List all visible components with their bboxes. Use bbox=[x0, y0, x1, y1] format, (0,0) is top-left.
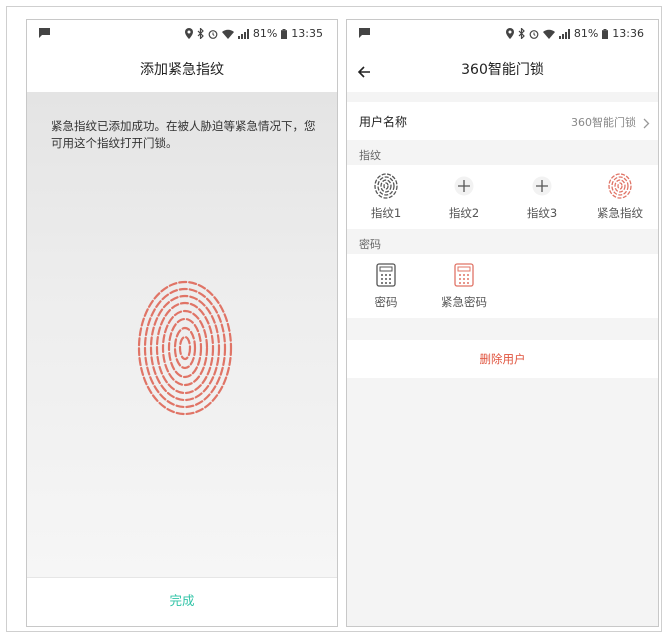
battery-percent: 81% bbox=[252, 27, 278, 40]
message-notification-icon bbox=[39, 28, 50, 41]
battery-percent: 81% bbox=[573, 27, 599, 40]
fingerprint-section-label: 指纹 bbox=[359, 149, 381, 162]
bluetooth-icon bbox=[518, 28, 525, 39]
username-row[interactable]: 用户名称 360智能门锁 bbox=[347, 102, 658, 140]
alarm-icon bbox=[529, 29, 539, 39]
password-slot-label: 紧急密码 bbox=[441, 295, 487, 309]
fingerprint-red-icon bbox=[581, 171, 658, 201]
fingerprint-grid: 指纹1 指纹2 指纹3 紧急指纹 bbox=[347, 165, 658, 229]
fingerprint-slot-label: 指纹1 bbox=[370, 206, 402, 220]
phone-screen-user-detail: 81% 13:36 360智能门锁 用户名称 360智能门锁 指纹 指纹1 指纹… bbox=[346, 19, 659, 627]
bluetooth-icon bbox=[197, 28, 204, 39]
fingerprint-slot-label: 紧急指纹 bbox=[597, 206, 643, 220]
battery-icon bbox=[602, 28, 609, 39]
battery-icon bbox=[281, 28, 288, 39]
signal-icon bbox=[558, 28, 570, 39]
username-value: 360智能门锁 bbox=[571, 116, 636, 129]
fingerprint-slot-label: 指纹2 bbox=[448, 206, 480, 220]
fingerprint-slot-label: 指纹3 bbox=[526, 206, 558, 220]
message-notification-icon bbox=[359, 28, 370, 41]
screenshot-frame: 81% 13:35 添加紧急指纹 紧急指纹已添加成功。在被人胁迫等紧急情况下，您… bbox=[6, 6, 662, 632]
page-title: 添加紧急指纹 bbox=[140, 62, 224, 78]
done-button[interactable]: 完成 bbox=[27, 577, 337, 626]
fingerprint-slot-3[interactable]: 指纹3 bbox=[503, 171, 581, 221]
signal-icon bbox=[237, 28, 249, 39]
wifi-icon bbox=[221, 29, 234, 39]
location-icon bbox=[505, 28, 514, 39]
password-slot-label: 密码 bbox=[374, 295, 398, 309]
keypad-icon bbox=[347, 260, 425, 290]
status-bar: 81% 13:36 bbox=[347, 20, 658, 48]
fingerprint-slot-2[interactable]: 指纹2 bbox=[425, 171, 503, 221]
page-title: 360智能门锁 bbox=[461, 62, 544, 78]
alarm-icon bbox=[208, 29, 218, 39]
fingerprint-icon bbox=[347, 171, 425, 201]
status-bar: 81% 13:35 bbox=[27, 20, 337, 48]
password-section-label: 密码 bbox=[359, 238, 381, 251]
fingerprint-illustration-icon bbox=[135, 278, 235, 422]
plus-icon bbox=[503, 171, 581, 201]
keypad-red-icon bbox=[425, 260, 503, 290]
plus-icon bbox=[425, 171, 503, 201]
password-grid: 密码 紧急密码 bbox=[347, 254, 658, 318]
phone-screen-add-emergency-fingerprint: 81% 13:35 添加紧急指纹 紧急指纹已添加成功。在被人胁迫等紧急情况下，您… bbox=[26, 19, 338, 627]
success-notice: 紧急指纹已添加成功。在被人胁迫等紧急情况下，您可用这个指纹打开门锁。 bbox=[51, 119, 316, 150]
fingerprint-slot-1[interactable]: 指纹1 bbox=[347, 171, 425, 221]
location-icon bbox=[184, 28, 193, 39]
clock: 13:36 bbox=[612, 27, 644, 40]
password-slot[interactable]: 密码 bbox=[347, 260, 425, 310]
chevron-right-icon bbox=[643, 114, 650, 133]
emergency-fingerprint-slot[interactable]: 紧急指纹 bbox=[581, 171, 658, 221]
delete-user-button[interactable]: 删除用户 bbox=[347, 340, 658, 378]
wifi-icon bbox=[542, 29, 555, 39]
clock: 13:35 bbox=[291, 27, 323, 40]
emergency-password-slot[interactable]: 紧急密码 bbox=[425, 260, 503, 310]
username-label: 用户名称 bbox=[359, 115, 408, 129]
